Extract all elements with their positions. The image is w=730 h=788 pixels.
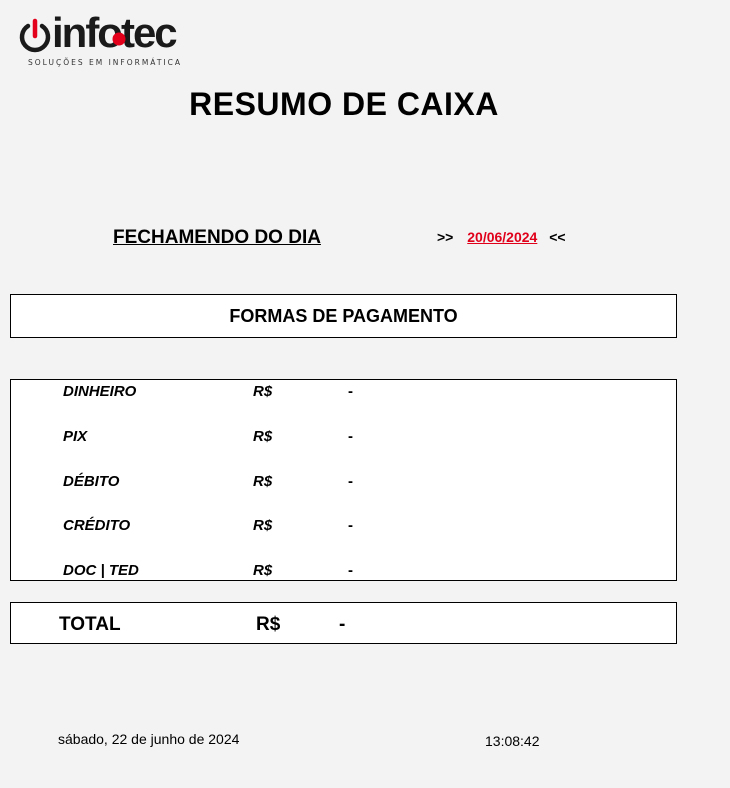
closing-label: FECHAMENDO DO DIA xyxy=(113,227,321,248)
payment-row-pix: PIX R$ - xyxy=(11,428,676,448)
closing-date: 20/06/2024 xyxy=(467,229,538,245)
payment-methods-header-box: FORMAS DE PAGAMENTO xyxy=(10,294,677,338)
payment-value: - xyxy=(348,562,353,579)
total-value: - xyxy=(339,614,346,635)
logo-dot-accent xyxy=(112,32,126,46)
total-box: TOTAL R$ - xyxy=(10,602,677,644)
date-suffix: << xyxy=(549,229,566,245)
total-label: TOTAL xyxy=(59,614,121,635)
page-title: RESUMO DE CAIXA xyxy=(189,86,499,122)
payment-name: CRÉDITO xyxy=(63,517,131,534)
payment-name: DÉBITO xyxy=(63,473,120,490)
infotec-logo: infotec SOLUÇÕES EM INFORMÁTICA xyxy=(18,12,198,72)
payment-methods-title: FORMAS DE PAGAMENTO xyxy=(229,306,458,326)
payment-row-dinheiro: DINHEIRO R$ - xyxy=(11,383,676,403)
payment-row-debito: DÉBITO R$ - xyxy=(11,473,676,493)
payment-currency: R$ xyxy=(253,428,273,445)
payment-value: - xyxy=(348,473,353,490)
total-currency: R$ xyxy=(256,614,281,635)
logo-tagline: SOLUÇÕES EM INFORMÁTICA xyxy=(28,58,183,67)
footer-date: sábado, 22 de junho de 2024 xyxy=(58,731,240,747)
payment-value: - xyxy=(348,517,353,534)
payment-methods-table: DINHEIRO R$ - PIX R$ - DÉBITO R$ - CRÉDI… xyxy=(10,379,677,581)
payment-row-doc-ted: DOC | TED R$ - xyxy=(11,562,676,582)
payment-value: - xyxy=(348,428,353,445)
payment-name: PIX xyxy=(63,428,88,445)
payment-name: DINHEIRO xyxy=(63,383,137,400)
power-icon xyxy=(19,18,51,53)
payment-row-credito: CRÉDITO R$ - xyxy=(11,517,676,537)
payment-value: - xyxy=(348,383,353,400)
footer-time: 13:08:42 xyxy=(485,733,540,749)
payment-name: DOC | TED xyxy=(63,562,139,579)
payment-currency: R$ xyxy=(253,473,273,490)
closing-date-row: >> 20/06/2024 << xyxy=(437,229,566,245)
payment-currency: R$ xyxy=(253,517,273,534)
payment-currency: R$ xyxy=(253,562,273,579)
payment-currency: R$ xyxy=(253,383,273,400)
date-prefix: >> xyxy=(437,229,454,245)
